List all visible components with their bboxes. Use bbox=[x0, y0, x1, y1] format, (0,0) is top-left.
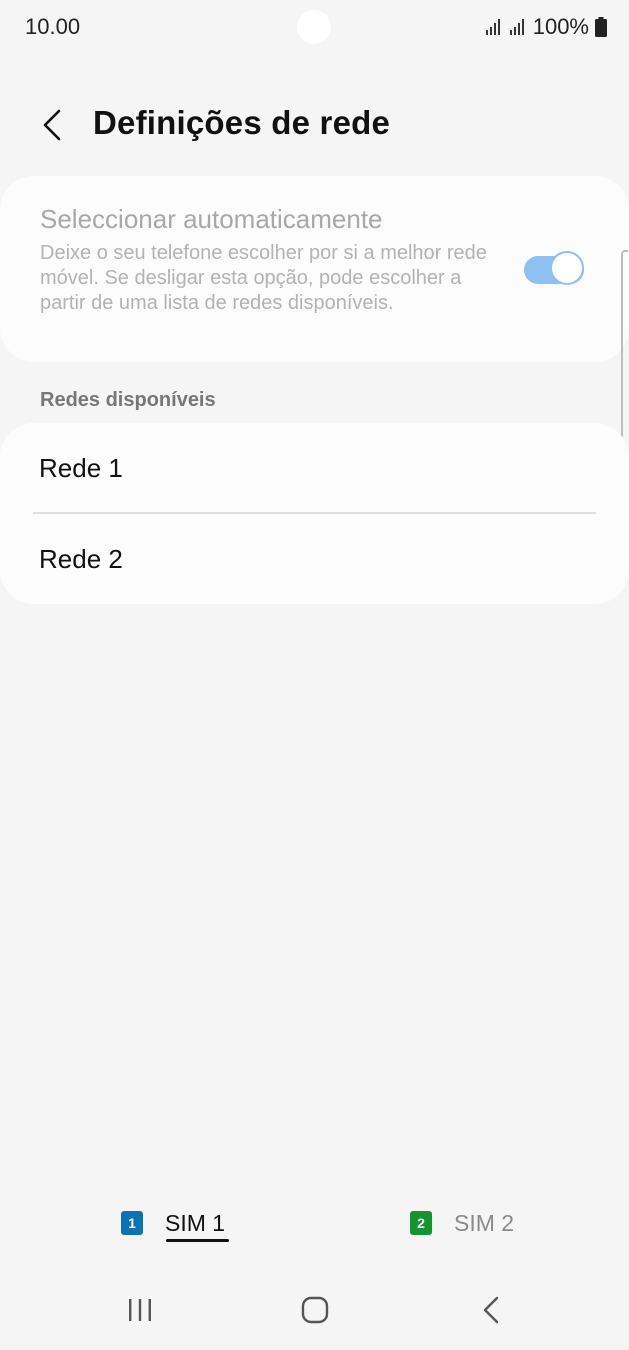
network-item-rede-2[interactable]: Rede 2 bbox=[0, 514, 629, 604]
battery-icon bbox=[595, 17, 607, 37]
system-nav-bar bbox=[0, 1280, 629, 1340]
auto-select-description: Deixe o seu telefone escolher por si a m… bbox=[40, 242, 487, 314]
status-indicators: 100% bbox=[485, 14, 607, 40]
sim-tabs: 1 SIM 1 2 SIM 2 bbox=[0, 1200, 629, 1250]
page-title: Definições de rede bbox=[93, 104, 391, 141]
nav-back-icon bbox=[483, 1296, 499, 1324]
status-time: 10.00 bbox=[25, 14, 81, 39]
nav-back-button[interactable] bbox=[466, 1288, 516, 1332]
networks-list: Rede 1 Rede 2 bbox=[0, 423, 629, 604]
status-bar: 10.00 100% bbox=[0, 0, 629, 56]
camera-cutout bbox=[297, 10, 331, 44]
sim-1-badge-icon: 1 bbox=[121, 1211, 143, 1235]
network-item-rede-1[interactable]: Rede 1 bbox=[0, 423, 629, 514]
recents-button[interactable] bbox=[115, 1288, 165, 1332]
app-header: Definições de rede bbox=[0, 96, 629, 156]
network-label: Rede 2 bbox=[39, 544, 123, 574]
signal-sim1-icon bbox=[485, 19, 500, 35]
home-icon bbox=[301, 1296, 329, 1324]
sim-2-badge-icon: 2 bbox=[410, 1211, 432, 1235]
battery-percent: 100% bbox=[532, 14, 589, 39]
available-networks-label: Redes disponíveis bbox=[40, 389, 216, 411]
sim-2-label: SIM 2 bbox=[454, 1209, 515, 1236]
active-tab-indicator bbox=[166, 1239, 229, 1242]
auto-select-title: Seleccionar automaticamente bbox=[40, 204, 383, 234]
back-button[interactable] bbox=[28, 102, 74, 148]
chevron-left-icon bbox=[43, 109, 61, 141]
auto-select-toggle[interactable] bbox=[522, 251, 586, 287]
toggle-thumb bbox=[550, 251, 584, 285]
recents-icon bbox=[129, 1299, 151, 1321]
signal-sim2-icon bbox=[509, 19, 524, 35]
network-label: Rede 1 bbox=[39, 453, 123, 483]
tab-sim-2[interactable]: 2 SIM 2 bbox=[410, 1200, 514, 1246]
scroll-indicator[interactable] bbox=[621, 250, 628, 450]
home-button[interactable] bbox=[290, 1288, 340, 1332]
sim-1-label: SIM 1 bbox=[165, 1209, 226, 1236]
